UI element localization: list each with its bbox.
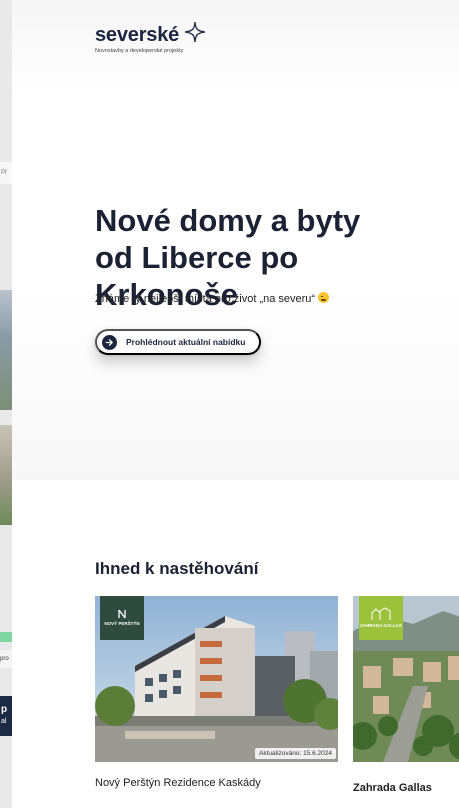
project-logo-icon	[118, 609, 126, 619]
brand-logo[interactable]: severské Novostavby a developerské proje…	[95, 21, 206, 54]
listing-image[interactable]: NOVÝ PERŠTÝN Aktualizováno: 15.6.2024	[95, 596, 338, 762]
listing-image[interactable]: ZAHRADA GALLAS	[353, 596, 459, 762]
four-point-star-icon	[184, 21, 206, 43]
project-logo-icon	[371, 607, 391, 621]
background-text: al	[1, 718, 7, 725]
background-page: Př pro p al	[0, 0, 12, 808]
background-banner: p al	[0, 696, 12, 736]
winking-face-emoji	[318, 292, 330, 303]
main-page: severské Novostavby a developerské proje…	[12, 0, 459, 808]
background-accent	[0, 632, 12, 642]
listing-name[interactable]: Nový Perštýn Rezidence Kaskády	[95, 777, 338, 789]
project-badge: ZAHRADA GALLAS	[359, 596, 403, 640]
project-badge: NOVÝ PERŠTÝN	[100, 596, 144, 640]
listing-name[interactable]: Zahrada Gallas	[353, 782, 459, 794]
brand-tagline: Novostavby a developerské projekty	[95, 48, 184, 54]
listing-card[interactable]: NOVÝ PERŠTÝN Aktualizováno: 15.6.2024 No…	[95, 591, 338, 789]
hero-subtitle-text: Známe ty nejlepší místa pro život „na se…	[95, 293, 316, 305]
background-image	[0, 425, 12, 525]
background-text: pro	[0, 650, 12, 668]
updated-date: Aktualizováno: 15.6.2024	[255, 748, 336, 759]
hero-subtitle: Známe ty nejlepší místa pro život „na se…	[95, 292, 330, 305]
brand-name: severské	[95, 24, 180, 46]
browse-offers-button[interactable]: Prohlédnout aktuální nabídku	[95, 329, 261, 355]
background-image	[0, 290, 12, 410]
background-text: Př	[0, 162, 12, 184]
badge-text: ZAHRADA GALLAS	[360, 623, 402, 629]
listing-card[interactable]: ZAHRADA GALLAS Zahrada Gallas	[353, 591, 459, 794]
browse-offers-label: Prohlédnout aktuální nabídku	[126, 337, 246, 347]
arrow-right-circle-icon	[102, 334, 117, 350]
hero-title-line: Nové domy a byty	[95, 203, 361, 238]
section-title: Ihned k nastěhování	[95, 559, 259, 578]
badge-text: NOVÝ PERŠTÝN	[104, 621, 140, 627]
background-text: p	[1, 704, 8, 715]
